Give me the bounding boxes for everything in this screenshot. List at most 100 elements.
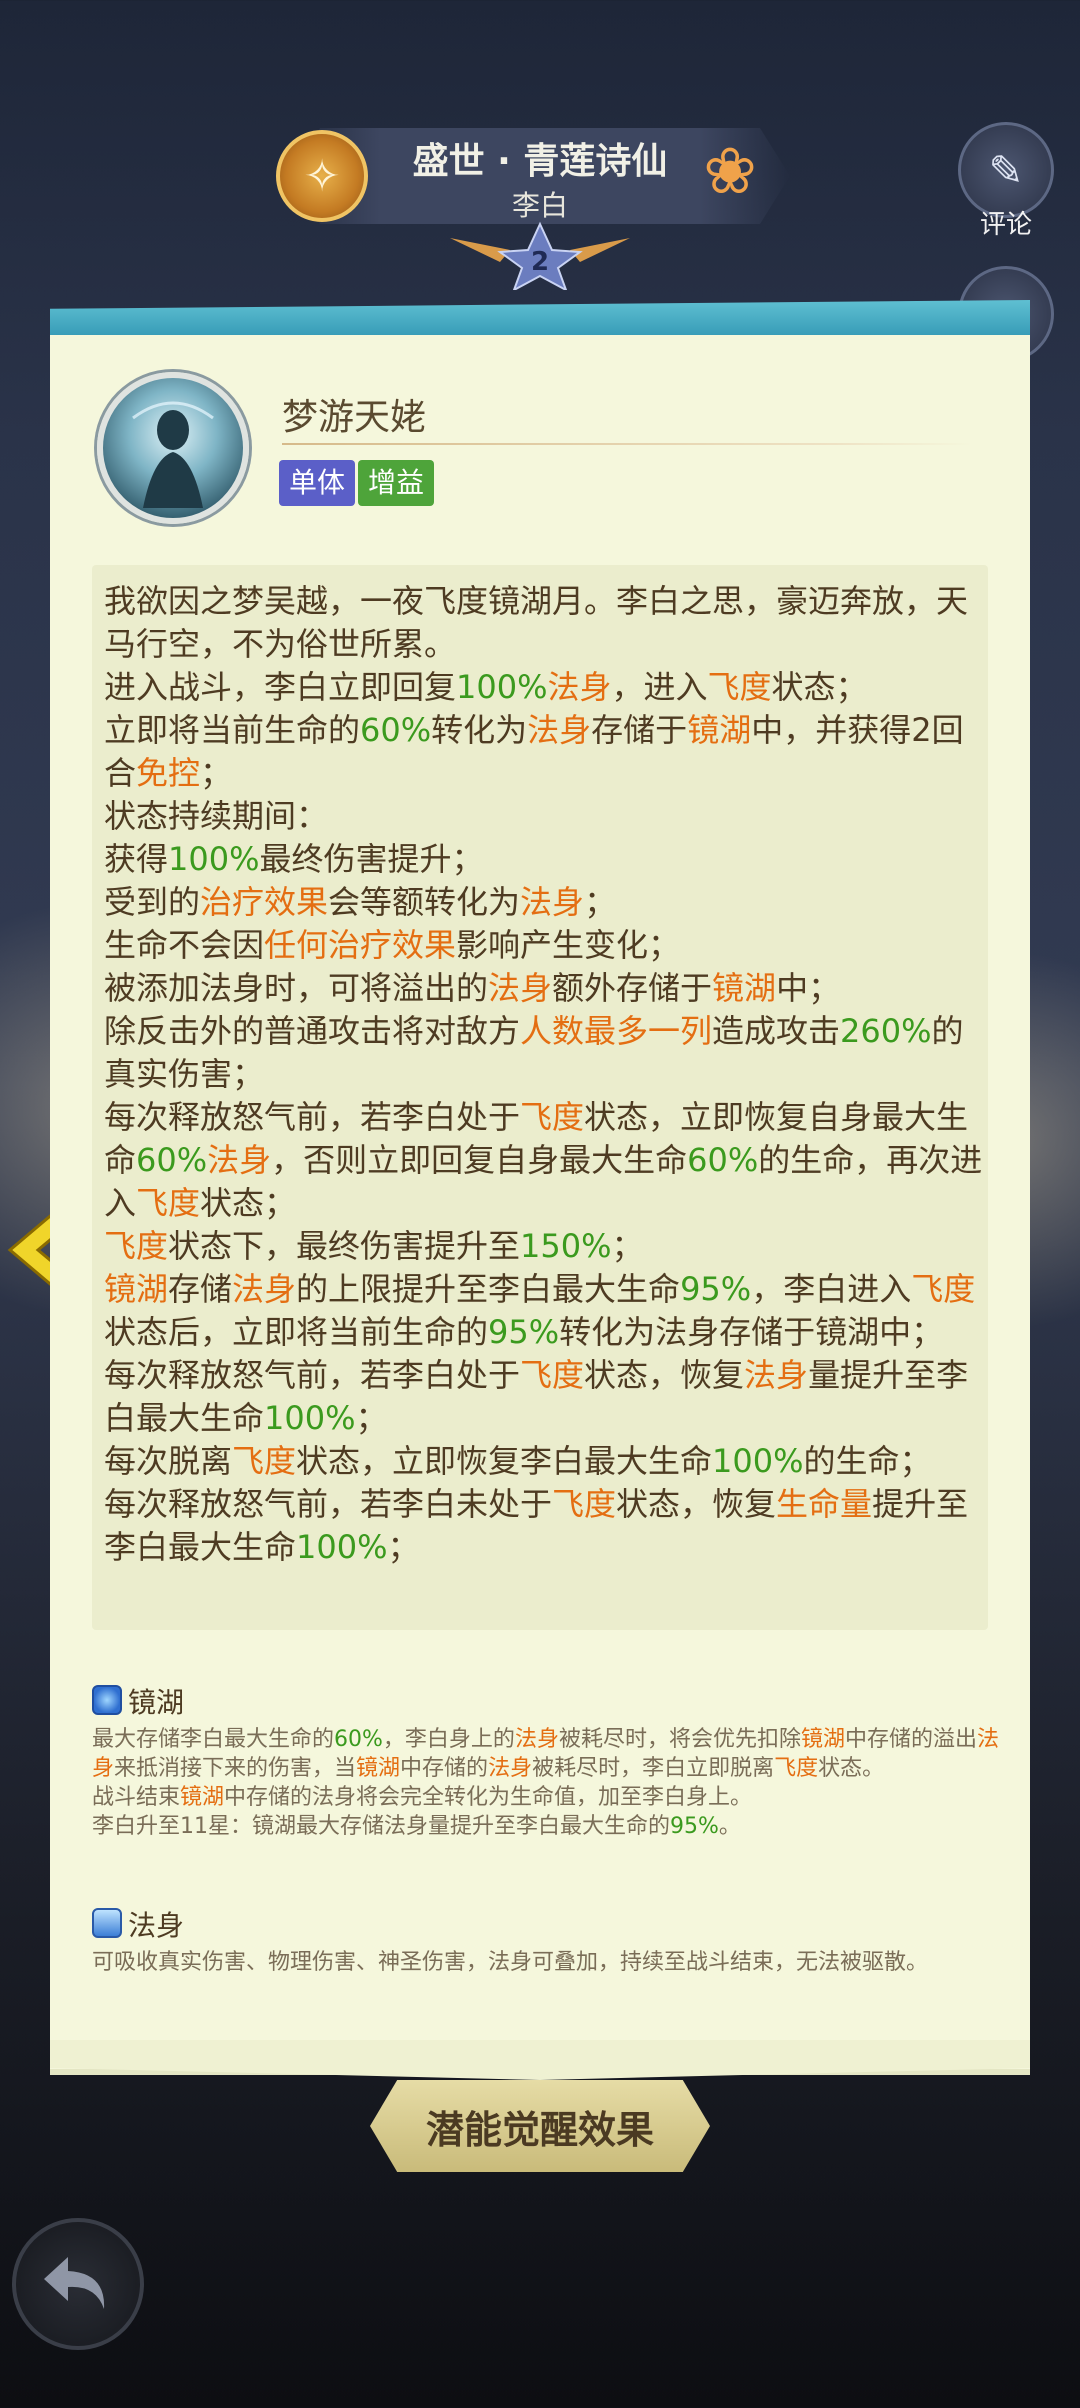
highlight-run: 镜湖 <box>180 1785 225 1810</box>
description-line: 战斗结束镜湖中存储的法身将会完全转化为生命值，加至李白身上。 <box>92 1783 1008 1812</box>
text-run: 造成攻击 <box>712 1012 841 1050</box>
text-run: 被耗尽时，将会优先扣除 <box>558 1727 801 1752</box>
text-run: 状态。 <box>818 1756 885 1781</box>
description-line: 李白升至11星：镜湖最大存储法身量提升至李白最大生命的95%。 <box>92 1812 1008 1841</box>
highlight-run: 镜湖 <box>356 1756 401 1781</box>
text-run: 每次释放怒气前，若李白处于 <box>104 1098 521 1136</box>
text-run: 状态下，最终伤害提升至 <box>168 1227 521 1265</box>
description-line: 飞度状态下，最终伤害提升至150%； <box>104 1225 984 1268</box>
highlight-run: 150% <box>520 1227 612 1265</box>
highlight-run: 260% <box>840 1012 932 1050</box>
highlight-run: 任何治疗效果 <box>264 926 457 964</box>
description-line: 生命不会因任何治疗效果影响产生变化； <box>104 924 984 967</box>
description-line: 镜湖存储法身的上限提升至李白最大生命95%，李白进入飞度状态后，立即将当前生命的… <box>104 1268 984 1354</box>
comment-icon: ✎ <box>988 145 1024 195</box>
text-run: 转化为 <box>431 711 528 749</box>
skill-name: 梦游天姥 <box>282 397 427 438</box>
highlight-run: 法身 <box>232 1270 297 1308</box>
highlight-run: 飞度 <box>520 1098 585 1136</box>
skill-portrait-icon <box>97 372 249 524</box>
dharma-body-description: 可吸收真实伤害、物理伤害、神圣伤害，法身可叠加，持续至战斗结束，无法被驱散。 <box>92 1950 929 1975</box>
text-run: 来抵消接下来的伤害，当 <box>114 1756 357 1781</box>
highlight-run: 法身 <box>527 711 592 749</box>
text-run: ； <box>611 1227 644 1265</box>
text-run: 状态后，立即将当前生命的 <box>104 1313 489 1351</box>
back-arrow-icon <box>44 2257 105 2309</box>
highlight-run: 60% <box>136 1141 208 1179</box>
highlight-run: 镜湖 <box>687 711 752 749</box>
tag-single-target: 单体 <box>279 460 356 506</box>
text-run: 被添加法身时，可将溢出的 <box>104 969 489 1007</box>
text-run: 获得 <box>104 840 169 878</box>
highlight-run: 飞度 <box>552 1485 617 1523</box>
text-run: ，李白进入 <box>751 1270 912 1308</box>
mirror-lake-title: 镜湖 <box>128 1686 185 1719</box>
text-run: 状态，恢复 <box>584 1356 745 1394</box>
text-run: 额外存储于 <box>552 969 713 1007</box>
text-run: 立即将当前生命的 <box>104 711 361 749</box>
highlight-run: 飞度 <box>520 1356 585 1394</box>
description-line: 状态持续期间： <box>104 795 984 838</box>
text-run: 状态，恢复 <box>616 1485 777 1523</box>
text-run: 存储于 <box>591 711 688 749</box>
text-run: 状态； <box>771 668 868 706</box>
text-run: 会等额转化为 <box>328 883 521 921</box>
dharma-body-title: 法身 <box>128 1909 185 1942</box>
hero-name: 李白 <box>511 189 568 222</box>
comment-label: 评论 <box>979 210 1032 240</box>
highlight-run: 法身 <box>488 1756 533 1781</box>
text-run: 状态； <box>200 1184 297 1222</box>
highlight-run: 100% <box>264 1399 356 1437</box>
text-run: 状态，立即恢复李白最大生命 <box>296 1442 713 1480</box>
highlight-run: 95% <box>488 1313 560 1351</box>
highlight-run: 飞度 <box>774 1756 819 1781</box>
description-line: 被添加法身时，可将溢出的法身额外存储于镜湖中； <box>104 967 984 1010</box>
text-run: 每次释放怒气前，若李白处于 <box>104 1356 521 1394</box>
text-run: 中存储的溢出 <box>844 1727 977 1752</box>
text-run: 最大存储李白最大生命的 <box>92 1727 335 1752</box>
mirror-lake-icon <box>92 1685 122 1715</box>
text-run: 除反击外的普通攻击将对敌方 <box>104 1012 521 1050</box>
star-level-number: 2 <box>531 247 549 277</box>
back-button[interactable] <box>12 2218 144 2350</box>
description-line: 我欲因之梦吴越，一夜飞度镜湖月。李白之思，豪迈奔放，天马行空，不为俗世所累。 <box>104 580 984 666</box>
highlight-run: 飞度 <box>707 668 772 706</box>
highlight-run: 法身 <box>207 1141 272 1179</box>
highlight-run: 人数最多一列 <box>520 1012 713 1050</box>
highlight-run: 生命量 <box>776 1485 873 1523</box>
highlight-run: 60% <box>687 1141 759 1179</box>
highlight-run: 法身 <box>520 883 585 921</box>
text-run: ，否则立即回复自身最大生命 <box>271 1141 688 1179</box>
text-run: 存储 <box>168 1270 233 1308</box>
text-run: 每次脱离 <box>104 1442 233 1480</box>
highlight-run: 法身 <box>547 668 612 706</box>
highlight-run: 飞度 <box>911 1270 976 1308</box>
highlight-run: 60% <box>360 711 432 749</box>
text-run: 每次释放怒气前，若李白未处于 <box>104 1485 553 1523</box>
highlight-run: 镜湖 <box>712 969 777 1007</box>
text-run: 状态持续期间： <box>104 797 329 835</box>
text-run: ； <box>387 1528 420 1566</box>
text-run: ，进入 <box>611 668 708 706</box>
flower-emblem-icon: ❀ <box>703 135 757 209</box>
highlight-run: 治疗效果 <box>200 883 329 921</box>
highlight-run: 95% <box>680 1270 752 1308</box>
highlight-run: 95% <box>670 1814 719 1839</box>
description-line: 立即将当前生命的60%转化为法身存储于镜湖中，并获得2回合免控； <box>104 709 984 795</box>
text-run: ； <box>200 754 233 792</box>
potential-awakening-button[interactable]: 潜能觉醒效果 <box>370 2080 710 2172</box>
highlight-run: 飞度 <box>136 1184 201 1222</box>
text-run: 转化为法身存储于镜湖中； <box>559 1313 944 1351</box>
description-line: 最大存储李白最大生命的60%，李白身上的法身被耗尽时，将会优先扣除镜湖中存储的溢… <box>92 1725 1008 1783</box>
description-line: 除反击外的普通攻击将对敌方人数最多一列造成攻击260%的真实伤害； <box>104 1010 984 1096</box>
highlight-run: 100% <box>296 1528 388 1566</box>
description-line: 每次释放怒气前，若李白未处于飞度状态，恢复生命量提升至李白最大生命100%； <box>104 1483 984 1569</box>
text-run: ，李白身上的 <box>382 1727 515 1752</box>
text-run: ； <box>584 883 617 921</box>
highlight-run: 镜湖 <box>104 1270 169 1308</box>
description-line: 获得100%最终伤害提升； <box>104 838 984 881</box>
text-run: 中存储的 <box>400 1756 489 1781</box>
star-level-badge: 2 <box>440 220 640 293</box>
description-line: 每次释放怒气前，若李白处于飞度状态，恢复法身量提升至李白最大生命100%； <box>104 1354 984 1440</box>
description-line: 进入战斗，李白立即回复100%法身，进入飞度状态； <box>104 666 984 709</box>
